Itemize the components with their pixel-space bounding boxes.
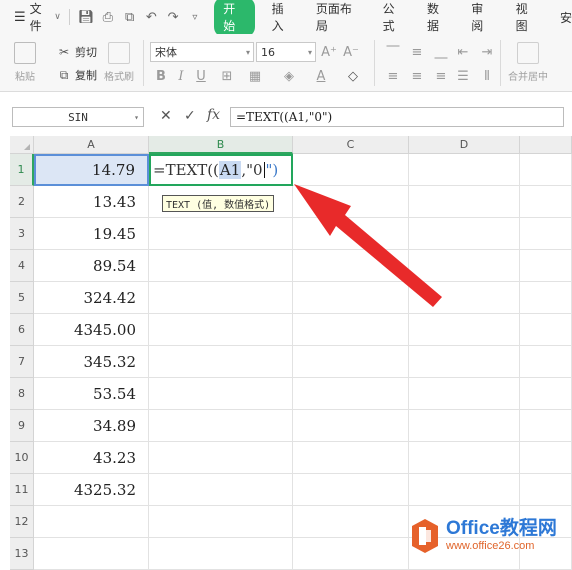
annotation-arrow xyxy=(294,184,442,307)
watermark-text: Office教程网 www.office26.com xyxy=(446,519,557,553)
watermark-url: www.office26.com xyxy=(446,540,535,552)
watermark: Office教程网 www.office26.com xyxy=(410,518,557,554)
office-logo-icon xyxy=(412,519,438,553)
arrow-shape xyxy=(294,184,442,307)
watermark-title: Office教程网 xyxy=(446,518,557,539)
